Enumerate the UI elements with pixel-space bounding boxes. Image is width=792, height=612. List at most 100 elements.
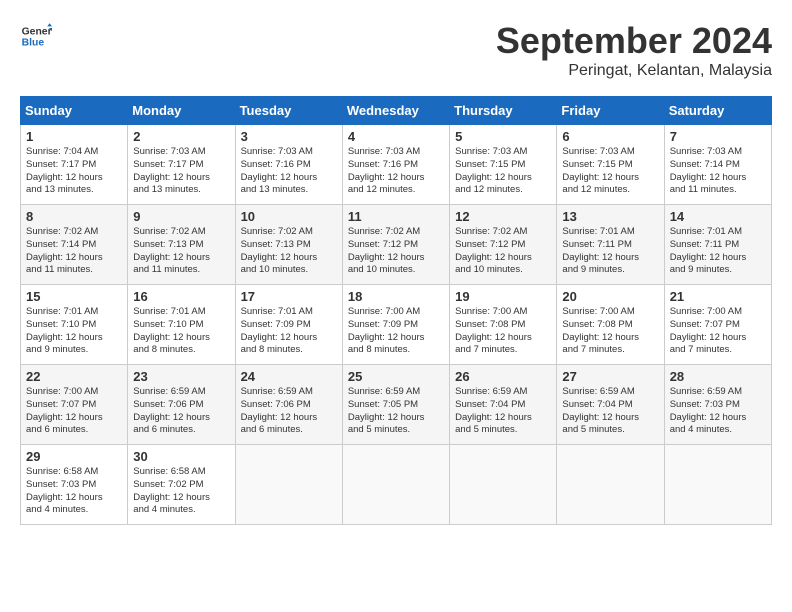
day-info: Sunrise: 7:03 AM Sunset: 7:16 PM Dayligh… <box>241 146 337 197</box>
calendar-week-row: 29 Sunrise: 6:58 AM Sunset: 7:03 PM Dayli… <box>21 445 772 525</box>
day-number: 3 <box>241 129 337 144</box>
calendar-cell: 29 Sunrise: 6:58 AM Sunset: 7:03 PM Dayli… <box>21 445 128 525</box>
day-number: 2 <box>133 129 229 144</box>
calendar-cell <box>342 445 449 525</box>
title-section: September 2024 Peringat, Kelantan, Malay… <box>496 20 772 80</box>
calendar-cell: 12Sunrise: 7:02 AM Sunset: 7:12 PM Dayli… <box>450 205 557 285</box>
calendar-cell <box>235 445 342 525</box>
calendar-cell: 13Sunrise: 7:01 AM Sunset: 7:11 PM Dayli… <box>557 205 664 285</box>
day-number: 15 <box>26 289 122 304</box>
calendar-cell: 30 Sunrise: 6:58 AM Sunset: 7:02 PM Dayli… <box>128 445 235 525</box>
day-number: 14 <box>670 209 766 224</box>
day-info: Sunrise: 7:03 AM Sunset: 7:15 PM Dayligh… <box>562 146 658 197</box>
day-number: 29 <box>26 449 122 464</box>
month-title: September 2024 <box>496 20 772 62</box>
logo-icon: General Blue <box>20 20 52 52</box>
calendar-table: SundayMondayTuesdayWednesdayThursdayFrid… <box>20 96 772 525</box>
day-number: 22 <box>26 369 122 384</box>
calendar-cell: 4 Sunrise: 7:03 AM Sunset: 7:16 PM Daylig… <box>342 125 449 205</box>
day-info: Sunrise: 7:01 AM Sunset: 7:10 PM Dayligh… <box>133 306 229 357</box>
weekday-header-monday: Monday <box>128 97 235 125</box>
calendar-cell: 16 Sunrise: 7:01 AM Sunset: 7:10 PM Dayli… <box>128 285 235 365</box>
page-header: General Blue September 2024 Peringat, Ke… <box>20 20 772 80</box>
calendar-cell: 3 Sunrise: 7:03 AM Sunset: 7:16 PM Daylig… <box>235 125 342 205</box>
calendar-cell: 27 Sunrise: 6:59 AM Sunset: 7:04 PM Dayli… <box>557 365 664 445</box>
weekday-header-saturday: Saturday <box>664 97 771 125</box>
day-info: Sunrise: 6:59 AM Sunset: 7:06 PM Dayligh… <box>133 386 229 437</box>
calendar-cell: 26 Sunrise: 6:59 AM Sunset: 7:04 PM Dayli… <box>450 365 557 445</box>
calendar-cell: 1 Sunrise: 7:04 AM Sunset: 7:17 PM Daylig… <box>21 125 128 205</box>
day-info: Sunrise: 7:02 AM Sunset: 7:12 PM Dayligh… <box>455 226 551 277</box>
weekday-header-tuesday: Tuesday <box>235 97 342 125</box>
calendar-cell: 23 Sunrise: 6:59 AM Sunset: 7:06 PM Dayli… <box>128 365 235 445</box>
calendar-cell: 14 Sunrise: 7:01 AM Sunset: 7:11 PM Dayli… <box>664 205 771 285</box>
day-info: Sunrise: 6:58 AM Sunset: 7:02 PM Dayligh… <box>133 466 229 517</box>
day-number: 30 <box>133 449 229 464</box>
day-info: Sunrise: 7:03 AM Sunset: 7:17 PM Dayligh… <box>133 146 229 197</box>
weekday-header-thursday: Thursday <box>450 97 557 125</box>
calendar-cell <box>664 445 771 525</box>
day-info: Sunrise: 7:00 AM Sunset: 7:09 PM Dayligh… <box>348 306 444 357</box>
day-info: Sunrise: 7:04 AM Sunset: 7:17 PM Dayligh… <box>26 146 122 197</box>
calendar-cell: 7Sunrise: 7:03 AM Sunset: 7:14 PM Daylig… <box>664 125 771 205</box>
calendar-cell: 18 Sunrise: 7:00 AM Sunset: 7:09 PM Dayli… <box>342 285 449 365</box>
day-info: Sunrise: 7:02 AM Sunset: 7:14 PM Dayligh… <box>26 226 122 277</box>
calendar-week-row: 15 Sunrise: 7:01 AM Sunset: 7:10 PM Dayli… <box>21 285 772 365</box>
weekday-header-wednesday: Wednesday <box>342 97 449 125</box>
day-number: 25 <box>348 369 444 384</box>
day-info: Sunrise: 7:01 AM Sunset: 7:11 PM Dayligh… <box>670 226 766 277</box>
day-info: Sunrise: 7:00 AM Sunset: 7:07 PM Dayligh… <box>26 386 122 437</box>
day-info: Sunrise: 7:00 AM Sunset: 7:08 PM Dayligh… <box>562 306 658 357</box>
day-number: 20 <box>562 289 658 304</box>
day-number: 26 <box>455 369 551 384</box>
day-info: Sunrise: 7:00 AM Sunset: 7:07 PM Dayligh… <box>670 306 766 357</box>
day-number: 1 <box>26 129 122 144</box>
location-subtitle: Peringat, Kelantan, Malaysia <box>496 62 772 80</box>
day-info: Sunrise: 6:59 AM Sunset: 7:04 PM Dayligh… <box>455 386 551 437</box>
svg-text:Blue: Blue <box>22 38 45 49</box>
calendar-cell: 25 Sunrise: 6:59 AM Sunset: 7:05 PM Dayli… <box>342 365 449 445</box>
weekday-header-row: SundayMondayTuesdayWednesdayThursdayFrid… <box>21 97 772 125</box>
day-number: 5 <box>455 129 551 144</box>
calendar-cell: 21Sunrise: 7:00 AM Sunset: 7:07 PM Dayli… <box>664 285 771 365</box>
day-number: 9 <box>133 209 229 224</box>
day-info: Sunrise: 6:59 AM Sunset: 7:05 PM Dayligh… <box>348 386 444 437</box>
calendar-cell: 6 Sunrise: 7:03 AM Sunset: 7:15 PM Daylig… <box>557 125 664 205</box>
calendar-cell: 2 Sunrise: 7:03 AM Sunset: 7:17 PM Daylig… <box>128 125 235 205</box>
calendar-week-row: 8Sunrise: 7:02 AM Sunset: 7:14 PM Daylig… <box>21 205 772 285</box>
day-info: Sunrise: 7:03 AM Sunset: 7:15 PM Dayligh… <box>455 146 551 197</box>
day-number: 4 <box>348 129 444 144</box>
calendar-cell: 24Sunrise: 6:59 AM Sunset: 7:06 PM Dayli… <box>235 365 342 445</box>
calendar-cell: 10 Sunrise: 7:02 AM Sunset: 7:13 PM Dayli… <box>235 205 342 285</box>
day-info: Sunrise: 6:59 AM Sunset: 7:04 PM Dayligh… <box>562 386 658 437</box>
day-number: 19 <box>455 289 551 304</box>
calendar-cell: 8Sunrise: 7:02 AM Sunset: 7:14 PM Daylig… <box>21 205 128 285</box>
calendar-cell: 15 Sunrise: 7:01 AM Sunset: 7:10 PM Dayli… <box>21 285 128 365</box>
day-info: Sunrise: 7:03 AM Sunset: 7:16 PM Dayligh… <box>348 146 444 197</box>
day-number: 18 <box>348 289 444 304</box>
calendar-cell <box>450 445 557 525</box>
day-number: 16 <box>133 289 229 304</box>
weekday-header-sunday: Sunday <box>21 97 128 125</box>
day-info: Sunrise: 7:01 AM Sunset: 7:11 PM Dayligh… <box>562 226 658 277</box>
day-number: 6 <box>562 129 658 144</box>
day-info: Sunrise: 6:59 AM Sunset: 7:03 PM Dayligh… <box>670 386 766 437</box>
day-number: 23 <box>133 369 229 384</box>
day-number: 10 <box>241 209 337 224</box>
day-info: Sunrise: 6:59 AM Sunset: 7:06 PM Dayligh… <box>241 386 337 437</box>
day-number: 28 <box>670 369 766 384</box>
calendar-week-row: 22 Sunrise: 7:00 AM Sunset: 7:07 PM Dayli… <box>21 365 772 445</box>
calendar-cell: 17Sunrise: 7:01 AM Sunset: 7:09 PM Dayli… <box>235 285 342 365</box>
calendar-cell: 20 Sunrise: 7:00 AM Sunset: 7:08 PM Dayli… <box>557 285 664 365</box>
day-info: Sunrise: 7:03 AM Sunset: 7:14 PM Dayligh… <box>670 146 766 197</box>
day-info: Sunrise: 7:02 AM Sunset: 7:12 PM Dayligh… <box>348 226 444 277</box>
day-info: Sunrise: 7:00 AM Sunset: 7:08 PM Dayligh… <box>455 306 551 357</box>
day-info: Sunrise: 7:02 AM Sunset: 7:13 PM Dayligh… <box>241 226 337 277</box>
day-number: 11 <box>348 209 444 224</box>
day-number: 27 <box>562 369 658 384</box>
calendar-cell: 28 Sunrise: 6:59 AM Sunset: 7:03 PM Dayli… <box>664 365 771 445</box>
day-info: Sunrise: 7:01 AM Sunset: 7:10 PM Dayligh… <box>26 306 122 357</box>
day-info: Sunrise: 6:58 AM Sunset: 7:03 PM Dayligh… <box>26 466 122 517</box>
calendar-cell: 5 Sunrise: 7:03 AM Sunset: 7:15 PM Daylig… <box>450 125 557 205</box>
calendar-cell <box>557 445 664 525</box>
